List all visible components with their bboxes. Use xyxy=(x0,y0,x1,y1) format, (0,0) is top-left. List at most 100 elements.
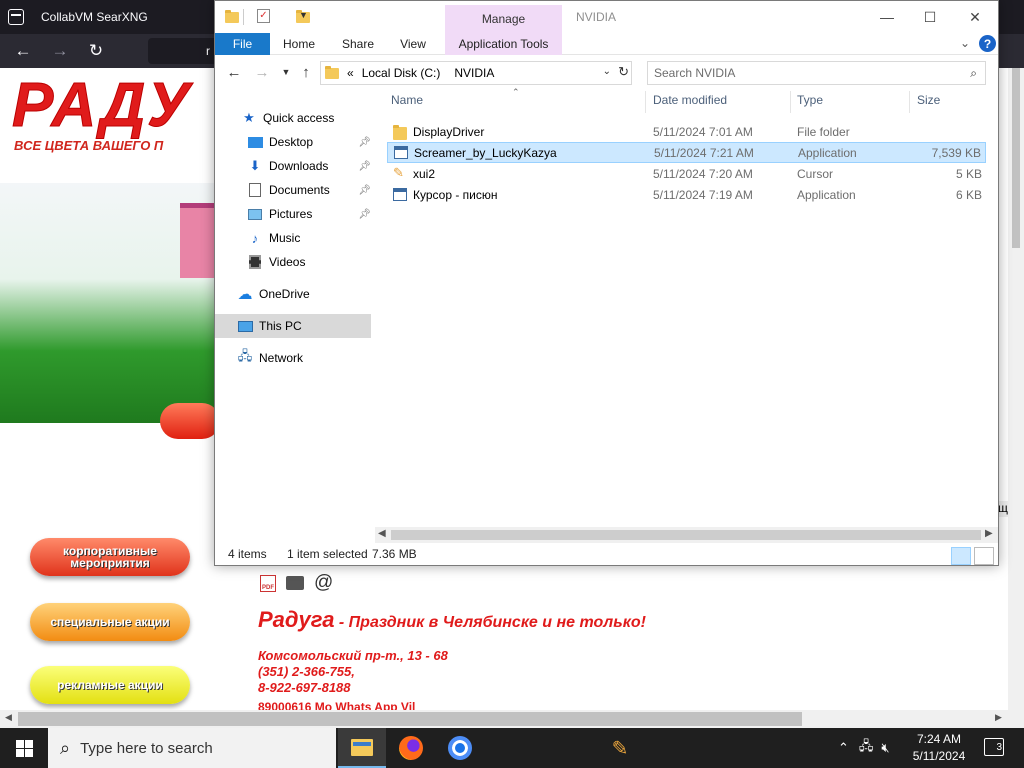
selection-count: 1 item selected xyxy=(287,547,368,561)
taskbar-chrome[interactable] xyxy=(436,728,484,768)
address-prefix[interactable]: « xyxy=(347,66,354,80)
up-icon[interactable]: ↑ xyxy=(297,63,315,81)
page-horizontal-scroll-thumb[interactable] xyxy=(18,712,802,726)
column-name[interactable]: Name xyxy=(391,93,423,107)
toolbar-separator xyxy=(243,9,244,25)
column-size[interactable]: Size xyxy=(917,93,940,107)
scroll-left-icon[interactable]: ◀ xyxy=(378,528,386,539)
expand-ribbon-icon[interactable]: ⌄ xyxy=(960,36,970,50)
back-arrow-icon[interactable]: ← xyxy=(11,39,35,63)
url-bar[interactable]: r xyxy=(148,38,218,64)
cloud-icon: ☁ xyxy=(237,286,253,303)
taskbar-cursor-app[interactable]: ✎ xyxy=(596,728,644,768)
tab-list-icon[interactable] xyxy=(8,9,24,25)
file-list-horizontal-scrollbar[interactable]: ◀ ▶ xyxy=(375,527,998,543)
manage-tab[interactable]: Manage xyxy=(445,5,562,33)
nav-quick-access[interactable]: ★ Quick access xyxy=(215,106,371,130)
pdf-icon[interactable]: PDF xyxy=(260,574,276,592)
forward-arrow-icon[interactable]: → xyxy=(48,39,72,63)
scroll-right-icon[interactable]: ▶ xyxy=(985,528,993,539)
customize-toolbar-icon[interactable]: ▼ xyxy=(299,10,308,20)
file-row-selected[interactable]: Screamer_by_LuckyKazya 5/11/2024 7:21 AM… xyxy=(387,142,986,163)
nav-videos[interactable]: Videos xyxy=(215,250,371,274)
corporate-events-button[interactable]: корпоративные мероприятия xyxy=(30,538,190,576)
search-input[interactable]: Search NVIDIA ⌕ xyxy=(647,61,986,85)
promo-actions-button[interactable]: рекламные акции xyxy=(30,666,190,704)
url-text: r xyxy=(206,44,210,58)
start-button[interactable] xyxy=(0,728,48,768)
nav-this-pc[interactable]: This PC xyxy=(215,314,371,338)
taskbar-firefox[interactable] xyxy=(387,728,435,768)
special-offers-button[interactable]: специальные акции xyxy=(30,603,190,641)
file-type: Application xyxy=(798,146,857,160)
breadcrumb-local-disk[interactable]: Local Disk (C:) xyxy=(362,66,441,80)
network-icon[interactable]: 🖧︎ xyxy=(859,737,874,759)
taskbar-file-explorer[interactable] xyxy=(338,728,386,768)
breadcrumb-nvidia[interactable]: NVIDIA xyxy=(454,66,494,80)
nav-pictures[interactable]: Pictures 📌︎ xyxy=(215,202,371,226)
address-bar[interactable]: « Local Disk (C:) NVIDIA ⌄ ↻ xyxy=(320,61,632,85)
scroll-right-icon[interactable]: ▶ xyxy=(995,712,1002,723)
page-horizontal-scrollbar[interactable]: ◀ ▶ xyxy=(0,710,1024,728)
search-icon[interactable]: ⌕ xyxy=(970,66,977,81)
file-row[interactable]: ✎ xui2 5/11/2024 7:20 AM Cursor 5 KB xyxy=(387,164,986,185)
documents-icon xyxy=(247,182,263,198)
file-list-scroll-thumb[interactable] xyxy=(391,530,981,540)
notifications-icon[interactable]: 3 xyxy=(984,738,1004,756)
pin-icon[interactable]: 📌︎ xyxy=(358,209,371,220)
nav-music[interactable]: ♪ Music xyxy=(215,226,371,250)
close-icon[interactable]: ✕ xyxy=(965,7,985,27)
maximize-icon[interactable]: ☐ xyxy=(920,7,940,27)
explorer-title-bar: ✓ ▼ Manage NVIDIA — ☐ ✕ xyxy=(215,1,998,33)
scroll-left-icon[interactable]: ◀ xyxy=(5,712,12,723)
page-vertical-scrollbar[interactable] xyxy=(1008,68,1024,710)
tab-application-tools[interactable]: Application Tools xyxy=(445,33,562,55)
taskbar-search-input[interactable]: ⌕ Type here to search xyxy=(48,728,336,768)
pin-icon[interactable]: 📌︎ xyxy=(358,161,371,172)
tab-view[interactable]: View xyxy=(393,33,433,55)
reload-icon[interactable]: ↻ xyxy=(84,39,108,63)
back-icon[interactable]: ← xyxy=(225,63,243,81)
file-size: 6 KB xyxy=(955,188,982,202)
properties-icon[interactable]: ✓ xyxy=(257,9,270,23)
file-row[interactable]: Курсор - писюн 5/11/2024 7:19 AM Applica… xyxy=(387,185,986,206)
nav-label: OneDrive xyxy=(259,287,310,301)
pin-icon[interactable]: 📌︎ xyxy=(358,185,371,196)
nav-documents[interactable]: Documents 📌︎ xyxy=(215,178,371,202)
help-icon[interactable]: ? xyxy=(979,35,996,52)
nav-desktop[interactable]: Desktop 📌︎ xyxy=(215,130,371,154)
email-icon[interactable]: @ xyxy=(314,572,333,594)
nav-button-partial[interactable] xyxy=(160,403,220,439)
tab-share[interactable]: Share xyxy=(335,33,381,55)
volume-muted-icon[interactable]: 🔇︎ xyxy=(881,740,889,756)
details-view-icon[interactable] xyxy=(951,547,971,565)
column-date-modified[interactable]: Date modified xyxy=(653,93,727,107)
site-logo[interactable]: РАДУ xyxy=(11,70,191,141)
tab-home[interactable]: Home xyxy=(277,33,321,55)
tab-file[interactable]: File xyxy=(215,33,270,55)
nav-downloads[interactable]: ⬇ Downloads 📌︎ xyxy=(215,154,371,178)
column-separator[interactable] xyxy=(790,91,791,113)
nav-onedrive[interactable]: ☁ OneDrive xyxy=(215,282,371,306)
folder-icon xyxy=(393,125,407,140)
page-vertical-scroll-thumb[interactable] xyxy=(1012,68,1020,248)
recent-locations-icon[interactable]: ▼ xyxy=(277,63,295,81)
column-type[interactable]: Type xyxy=(797,93,823,107)
print-icon[interactable] xyxy=(286,576,304,590)
browser-tab-title[interactable]: CollabVM SearXNG xyxy=(41,10,148,24)
column-separator[interactable] xyxy=(909,91,910,113)
address-dropdown-icon[interactable]: ⌄ xyxy=(603,66,611,77)
file-row[interactable]: DisplayDriver 5/11/2024 7:01 AM File fol… xyxy=(387,122,986,143)
navigation-pane: ★ Quick access Desktop 📌︎ ⬇ Downloads 📌︎… xyxy=(215,91,385,531)
column-separator[interactable] xyxy=(645,91,646,113)
minimize-icon[interactable]: — xyxy=(877,7,897,27)
nav-network[interactable]: 🖧︎ Network xyxy=(215,346,371,370)
application-icon xyxy=(393,188,407,201)
forward-icon[interactable]: → xyxy=(253,63,271,81)
refresh-icon[interactable]: ↻ xyxy=(618,64,629,80)
pin-icon[interactable]: 📌︎ xyxy=(358,137,371,148)
clock[interactable]: 7:24 AM 5/11/2024 xyxy=(906,731,972,765)
file-date: 5/11/2024 7:20 AM xyxy=(653,167,753,181)
large-icons-view-icon[interactable] xyxy=(974,547,994,565)
show-hidden-icons-icon[interactable]: ⌃ xyxy=(838,740,849,756)
